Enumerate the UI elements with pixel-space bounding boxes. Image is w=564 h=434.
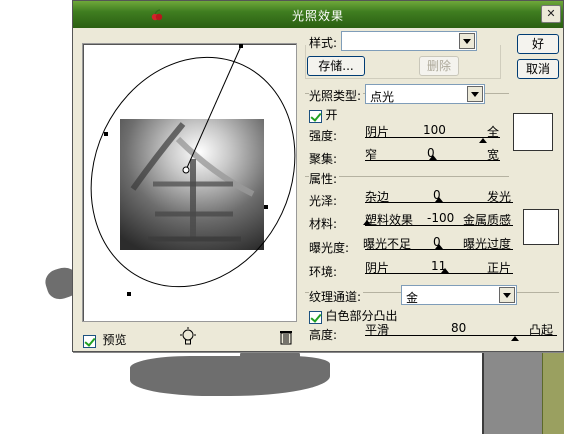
exposure-label: 曝光度: xyxy=(309,241,350,255)
height-slider-thumb[interactable] xyxy=(511,336,519,341)
ambience-slider[interactable] xyxy=(365,273,513,274)
exposure-slider-thumb[interactable] xyxy=(435,244,443,249)
light-on-checkbox[interactable] xyxy=(309,109,322,123)
gloss-label: 光泽: xyxy=(309,194,338,208)
light-on-label: 开 xyxy=(325,108,338,122)
properties-title: 属性: xyxy=(309,170,340,187)
texture-channel-label: 纹理通道: xyxy=(309,288,364,305)
white-high-checkbox[interactable] xyxy=(309,310,322,324)
light-type-dropdown[interactable]: 点光 xyxy=(365,84,485,104)
ambience-slider-thumb[interactable] xyxy=(441,268,449,273)
height-slider[interactable] xyxy=(365,335,557,336)
intensity-value: 100 xyxy=(423,123,446,137)
light-on-row[interactable]: 开 xyxy=(309,106,338,123)
light-type-label: 光照类型: xyxy=(309,87,364,104)
delete-style-button[interactable]: 删除 xyxy=(419,56,459,76)
lighting-effects-dialog: 光照效果 ✕ 预览 样式: 存储... 删除 好 取消 光照类型: 点光 开 强… xyxy=(72,0,564,352)
trash-icon[interactable] xyxy=(279,329,293,345)
material-slider-thumb[interactable] xyxy=(363,220,371,225)
exposure-slider[interactable] xyxy=(365,249,513,250)
preview-checkbox-row[interactable]: 预览 xyxy=(83,331,127,348)
chevron-down-icon xyxy=(467,86,483,102)
cancel-button[interactable]: 取消 xyxy=(517,59,559,79)
light-color-swatch[interactable] xyxy=(513,113,553,151)
height-value: 80 xyxy=(451,321,467,335)
title-bar[interactable]: 光照效果 ✕ xyxy=(73,1,563,28)
background-shadow-bottom xyxy=(130,356,330,396)
gloss-slider-thumb[interactable] xyxy=(435,197,443,202)
material-color-swatch[interactable] xyxy=(523,209,559,245)
intensity-slider-thumb[interactable] xyxy=(479,138,487,143)
preview-image xyxy=(120,119,264,250)
light-bulb-icon[interactable] xyxy=(179,327,197,347)
material-slider[interactable] xyxy=(365,225,513,226)
light-type-value: 点光 xyxy=(370,90,395,104)
focus-slider-thumb[interactable] xyxy=(429,155,437,160)
save-style-button[interactable]: 存储... xyxy=(307,56,365,76)
preview-checkbox[interactable] xyxy=(83,334,96,348)
material-label: 材料: xyxy=(309,217,338,231)
material-value: -100 xyxy=(427,211,455,225)
preview-canvas[interactable] xyxy=(82,43,297,322)
dialog-title: 光照效果 xyxy=(291,9,344,23)
ok-button[interactable]: 好 xyxy=(517,34,559,54)
chevron-down-icon xyxy=(499,287,515,303)
close-button[interactable]: ✕ xyxy=(541,5,561,23)
preview-label: 预览 xyxy=(102,333,127,347)
ambience-label: 环境: xyxy=(309,265,338,279)
background-panel xyxy=(482,350,564,434)
height-label: 高度: xyxy=(309,328,338,342)
focus-label: 聚集: xyxy=(309,152,338,166)
texture-channel-value: 金 xyxy=(406,291,419,305)
texture-channel-dropdown[interactable]: 金 xyxy=(401,285,517,305)
intensity-label: 强度: xyxy=(309,129,338,143)
close-icon: ✕ xyxy=(546,7,556,20)
gloss-slider[interactable] xyxy=(365,202,513,203)
focus-slider[interactable] xyxy=(365,160,500,161)
